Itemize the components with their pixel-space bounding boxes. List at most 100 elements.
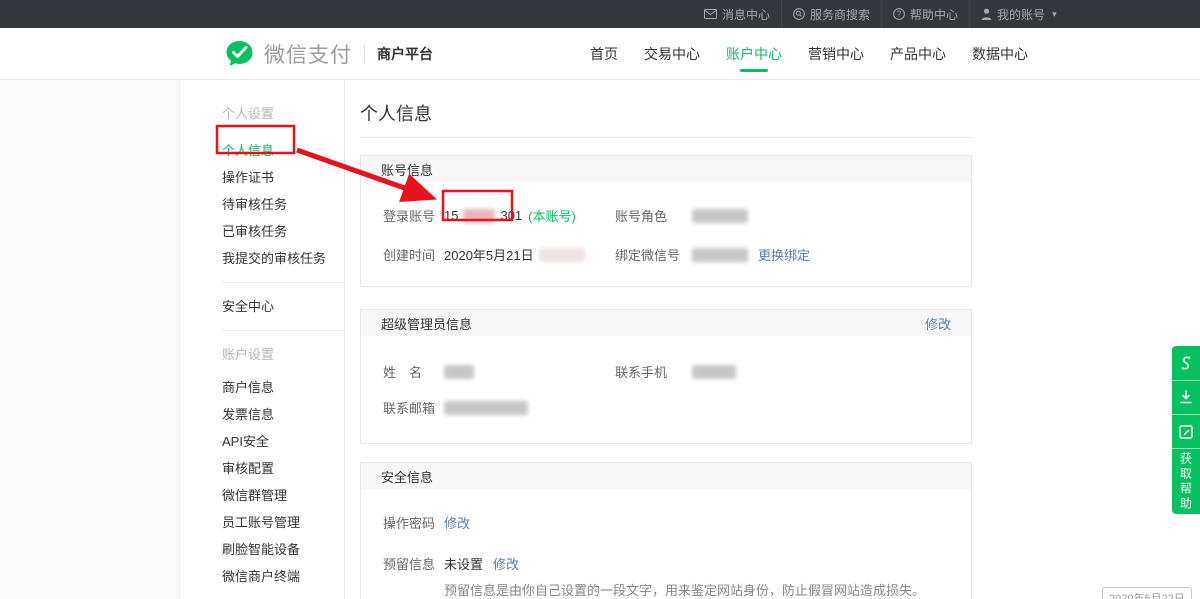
super-admin-panel-header: 超级管理员信息 修改: [361, 310, 971, 336]
sidebar-item-pending-review-tasks[interactable]: 待审核任务: [222, 191, 344, 218]
get-help-button[interactable]: 获取帮助: [1172, 448, 1200, 514]
current-account-note: (本账号): [528, 206, 576, 225]
sidebar-item-invoice-info[interactable]: 发票信息: [222, 401, 344, 428]
sidebar-item-staff-account-management[interactable]: 员工账号管理: [222, 509, 344, 536]
nav-item-marketing-center[interactable]: 营销中心: [808, 28, 864, 80]
login-account-prefix: 15: [444, 208, 458, 223]
top-utility-menu: 消息中心 服务商搜索 ? 帮助中心 我的账号 ▾: [693, 0, 1068, 28]
nav-label: 首页: [590, 44, 618, 64]
date-tag: 2020年5月22日: [1102, 587, 1192, 599]
left-gutter: [0, 80, 180, 599]
brand-name: 微信支付: [264, 39, 352, 69]
sidebar-item-face-smart-device[interactable]: 刷脸智能设备: [222, 536, 344, 563]
my-account-menu-item[interactable]: 我的账号 ▾: [969, 0, 1068, 28]
nav-item-account-center[interactable]: 账户中心: [726, 28, 782, 80]
edit-admin-link[interactable]: 修改: [925, 314, 951, 333]
link-icon: [1179, 355, 1193, 371]
quick-link-button[interactable]: [1172, 346, 1200, 380]
account-info-panel-body: 登录账号 15 301 (本账号) 账号角色: [361, 182, 971, 286]
chevron-down-icon: ▾: [1052, 9, 1057, 20]
nav-label: 产品中心: [890, 44, 946, 64]
nav-item-home[interactable]: 首页: [590, 28, 618, 80]
sidebar-item-review-config[interactable]: 审核配置: [222, 455, 344, 482]
svg-text:?: ?: [897, 10, 902, 19]
main-content: 个人信息 账号信息 登录账号 15 301: [345, 80, 1200, 599]
edit-reserved-info-link[interactable]: 修改: [493, 554, 519, 573]
rebind-link[interactable]: 更换绑定: [758, 245, 810, 264]
sidebar-item-security-center[interactable]: 安全中心: [222, 293, 344, 320]
menu-item-label: 我的账号: [997, 6, 1045, 23]
account-role-label: 账号角色: [615, 206, 692, 225]
nav-label: 交易中心: [644, 44, 700, 64]
service-provider-search-menu-item[interactable]: 服务商搜索: [781, 0, 881, 28]
nav-item-transaction-center[interactable]: 交易中心: [644, 28, 700, 80]
created-time-value: 2020年5月21日: [444, 245, 585, 264]
sidebar-divider: [222, 330, 344, 331]
contact-phone-label: 联系手机: [615, 362, 692, 381]
menu-item-label: 消息中心: [722, 6, 770, 23]
sidebar-item-operation-certificate[interactable]: 操作证书: [222, 164, 344, 191]
created-time-label: 创建时间: [383, 245, 444, 264]
brand-divider: [364, 45, 365, 63]
account-info-panel: 账号信息 登录账号 15 301 (本账号): [360, 155, 972, 287]
nav-item-product-center[interactable]: 产品中心: [890, 28, 946, 80]
nav-label: 数据中心: [972, 44, 1028, 64]
active-nav-underline: [740, 69, 768, 72]
reserved-info-status: 未设置: [444, 554, 483, 573]
sidebar-item-personal-info[interactable]: 个人信息: [222, 137, 344, 164]
sidebar: 个人设置 个人信息 操作证书 待审核任务 已审核任务 我提交的审核任务 安全中心…: [180, 80, 345, 599]
menu-item-label: 帮助中心: [910, 6, 958, 23]
download-button[interactable]: [1172, 380, 1200, 414]
account-info-panel-header: 账号信息: [361, 156, 971, 182]
sidebar-item-my-submitted-tasks[interactable]: 我提交的审核任务: [222, 245, 344, 272]
created-date: 2020年5月21日: [444, 245, 534, 264]
security-info-panel: 安全信息 操作密码 修改 预留信息 未设置 修改: [360, 462, 972, 599]
sidebar-item-reviewed-tasks[interactable]: 已审核任务: [222, 218, 344, 245]
security-info-panel-header: 安全信息: [361, 463, 971, 489]
redacted-account-role: [692, 209, 748, 223]
sidebar-divider: [222, 282, 344, 283]
main-header: 微信支付 商户平台 首页 交易中心 账户中心 营销中心 产品中心 数据中心: [0, 28, 1200, 80]
message-center-menu-item[interactable]: 消息中心: [693, 0, 781, 28]
brand-area: 微信支付 商户平台: [224, 28, 433, 80]
nav-item-data-center[interactable]: 数据中心: [972, 28, 1028, 80]
super-admin-panel: 超级管理员信息 修改 姓 名 联系手机: [360, 309, 972, 444]
super-admin-panel-body: 姓 名 联系手机 联系邮箱: [361, 336, 971, 443]
redacted-contact-phone: [692, 365, 736, 379]
floating-action-bar: 获取帮助: [1172, 346, 1200, 514]
redacted-admin-name: [444, 365, 474, 379]
sidebar-item-wechat-merchant-terminal[interactable]: 微信商户终端: [222, 563, 344, 590]
sidebar-group-personal-settings: 个人设置: [222, 100, 344, 127]
help-center-menu-item[interactable]: ? 帮助中心: [881, 0, 969, 28]
primary-nav: 首页 交易中心 账户中心 营销中心 产品中心 数据中心: [590, 28, 1028, 80]
merchant-platform-screen: 消息中心 服务商搜索 ? 帮助中心 我的账号 ▾ 微信支付: [0, 0, 1200, 599]
sidebar-group-account-settings: 账户设置: [222, 341, 344, 368]
operation-password-label: 操作密码: [383, 513, 444, 532]
question-circle-icon: ?: [893, 8, 905, 20]
login-account-label: 登录账号: [383, 206, 444, 225]
title-divider: [360, 137, 972, 138]
edit-password-link[interactable]: 修改: [444, 513, 470, 532]
reserved-info-tips: 预留信息是由你自己设置的一段文字，用来鉴定网站身份，防止假冒网站造成损失。 配置…: [444, 582, 949, 599]
sidebar-item-api-security[interactable]: API安全: [222, 428, 344, 455]
search-circle-icon: [793, 8, 805, 20]
download-icon: [1179, 390, 1193, 405]
contact-email-label: 联系邮箱: [383, 398, 444, 417]
envelope-icon: [704, 9, 717, 19]
sidebar-item-wechat-group-management[interactable]: 微信群管理: [222, 482, 344, 509]
redacted-contact-email: [444, 401, 528, 415]
feedback-button[interactable]: [1172, 414, 1200, 448]
sidebar-item-merchant-info[interactable]: 商户信息: [222, 374, 344, 401]
menu-item-label: 服务商搜索: [810, 6, 870, 23]
page-body: 个人设置 个人信息 操作证书 待审核任务 已审核任务 我提交的审核任务 安全中心…: [0, 80, 1200, 599]
tip-line: 预留信息是由你自己设置的一段文字，用来鉴定网站身份，防止假冒网站造成损失。: [444, 582, 949, 599]
nav-label: 账户中心: [726, 44, 782, 64]
panel-title: 安全信息: [381, 467, 433, 486]
admin-name-label: 姓 名: [383, 362, 444, 381]
edit-icon: [1179, 425, 1193, 439]
panel-title: 账号信息: [381, 160, 433, 179]
page-title: 个人信息: [360, 100, 1200, 126]
redacted-login-digits: [463, 209, 495, 223]
wechat-pay-logo[interactable]: [224, 39, 255, 70]
nav-label: 营销中心: [808, 44, 864, 64]
